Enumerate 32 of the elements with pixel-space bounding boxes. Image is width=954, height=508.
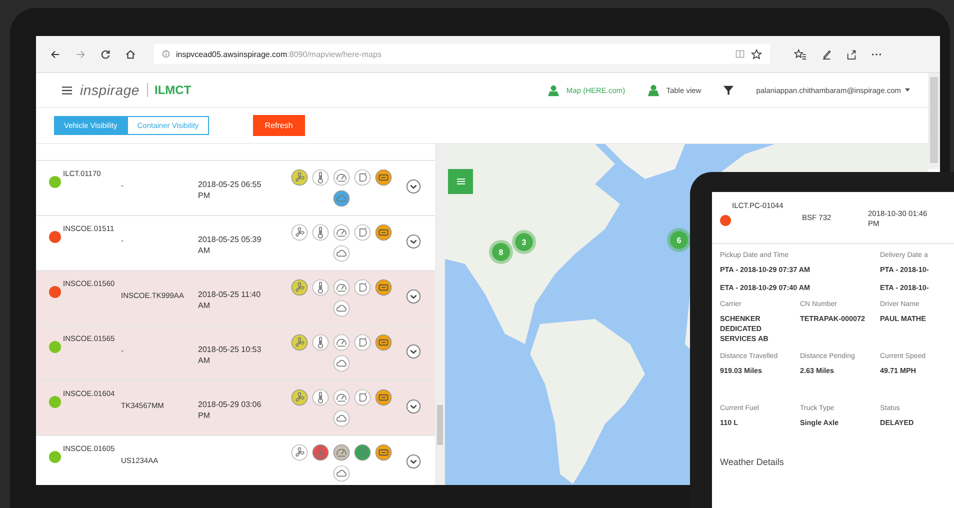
expand-chevron-icon[interactable] [406,344,421,359]
timestamp: 2018-05-25 11:40 AM [198,289,262,311]
expand-chevron-icon[interactable] [406,234,421,249]
address-bar[interactable]: inspvcead05.awsinspirage.com:8090/mapview/here-maps [154,44,770,64]
expand-chevron-icon[interactable] [406,454,421,469]
section-heading: Weather Details [719,457,785,467]
url-path: :8090/mapview/here-maps [287,50,382,58]
timestamp: 2018-05-25 06:55 PM [198,179,262,201]
star-icon[interactable] [751,48,762,60]
home-icon[interactable] [125,48,136,60]
menu-icon[interactable] [62,86,72,94]
app-name: ILMCT [154,83,192,97]
timestamp: 2018-05-25 10:53 AM [198,344,262,366]
expand-chevron-icon[interactable] [406,289,421,304]
url-host: inspvcead05.awsinspirage.com [176,50,288,58]
filter-icon[interactable] [723,84,734,96]
brand-logo: inspirage [80,82,140,98]
refresh-icon[interactable] [100,48,111,60]
timestamp: 2018-05-25 05:39 AM [198,234,262,256]
info-icon [162,50,170,58]
back-icon[interactable] [50,48,61,60]
scrollbar[interactable] [435,144,445,485]
caret-icon [905,88,910,92]
timestamp: 2018-05-29 03:06 PM [198,399,262,421]
expand-chevron-icon[interactable] [406,179,421,194]
pen-icon[interactable] [821,48,832,60]
map-menu-button[interactable] [448,169,473,194]
expand-chevron-icon[interactable] [406,399,421,414]
share-icon[interactable] [846,48,857,60]
menu-icon [456,178,464,185]
scrollbar[interactable] [928,73,940,169]
favorites-icon[interactable] [794,48,807,60]
